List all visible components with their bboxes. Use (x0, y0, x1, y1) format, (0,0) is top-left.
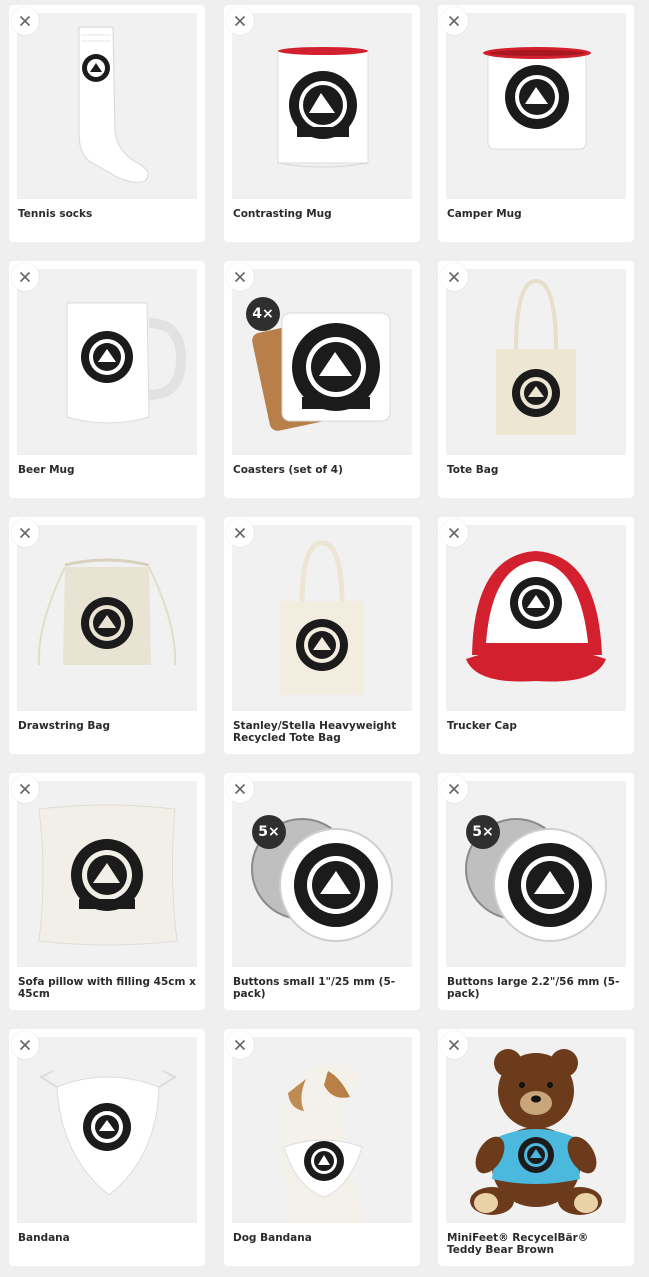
close-icon (234, 271, 246, 283)
product-image (446, 781, 626, 967)
product-card-sofa-pillow[interactable]: Sofa pillow with filling 45cm x 45cm (9, 773, 205, 1010)
product-card-tennis-socks[interactable]: Tennis socks (9, 5, 205, 242)
product-label: Bandana (18, 1232, 70, 1244)
close-icon (448, 783, 460, 795)
product-label: Stanley/Stella Heavyweight Recycled Tote… (233, 720, 397, 744)
product-label: Drawstring Bag (18, 720, 110, 732)
product-image (232, 781, 412, 967)
product-label: Beer Mug (18, 464, 75, 476)
remove-button[interactable] (11, 775, 39, 803)
product-card-buttons-large[interactable]: 5× Buttons large 2.2"/56 mm (5-pack) (438, 773, 634, 1010)
product-image (232, 13, 412, 199)
product-label: Tote Bag (447, 464, 499, 476)
product-label: Buttons small 1"/25 mm (5-pack) (233, 976, 396, 1000)
pack-badge: 5× (466, 815, 500, 849)
close-icon (234, 15, 246, 27)
remove-button[interactable] (440, 519, 468, 547)
close-icon (234, 527, 246, 539)
product-image (17, 525, 197, 711)
product-card-contrasting-mug[interactable]: Contrasting Mug (224, 5, 420, 242)
product-label: Contrasting Mug (233, 208, 332, 220)
remove-button[interactable] (440, 1031, 468, 1059)
product-image (446, 13, 626, 199)
product-image (17, 13, 197, 199)
product-label: Trucker Cap (447, 720, 517, 732)
remove-button[interactable] (11, 519, 39, 547)
product-label: Coasters (set of 4) (233, 464, 343, 476)
remove-button[interactable] (11, 1031, 39, 1059)
remove-button[interactable] (226, 1031, 254, 1059)
product-image (232, 1037, 412, 1223)
product-card-dog-bandana[interactable]: Dog Bandana (224, 1029, 420, 1266)
product-image (446, 269, 626, 455)
product-grid: Tennis socks Contrasting Mug Camper Mug … (0, 0, 649, 1277)
product-image (17, 781, 197, 967)
product-card-trucker-cap[interactable]: Trucker Cap (438, 517, 634, 754)
product-label: MiniFeet® RecycelBär® Teddy Bear Brown (447, 1232, 589, 1256)
remove-button[interactable] (440, 775, 468, 803)
product-card-tote-bag[interactable]: Tote Bag (438, 261, 634, 498)
close-icon (19, 527, 31, 539)
product-image (446, 525, 626, 711)
remove-button[interactable] (11, 263, 39, 291)
product-card-bandana[interactable]: Bandana (9, 1029, 205, 1266)
pack-badge: 4× (246, 297, 280, 331)
product-card-buttons-small[interactable]: 5× Buttons small 1"/25 mm (5-pack) (224, 773, 420, 1010)
close-icon (234, 783, 246, 795)
remove-button[interactable] (226, 263, 254, 291)
remove-button[interactable] (226, 519, 254, 547)
remove-button[interactable] (440, 263, 468, 291)
close-icon (19, 1039, 31, 1051)
product-card-stanley-tote[interactable]: Stanley/Stella Heavyweight Recycled Tote… (224, 517, 420, 754)
product-label: Tennis socks (18, 208, 93, 220)
close-icon (448, 271, 460, 283)
remove-button[interactable] (226, 7, 254, 35)
product-card-teddy-bear[interactable]: MiniFeet® RecycelBär® Teddy Bear Brown (438, 1029, 634, 1266)
product-card-drawstring-bag[interactable]: Drawstring Bag (9, 517, 205, 754)
product-image (17, 269, 197, 455)
close-icon (19, 783, 31, 795)
close-icon (19, 271, 31, 283)
close-icon (448, 1039, 460, 1051)
close-icon (448, 15, 460, 27)
pack-badge: 5× (252, 815, 286, 849)
product-label: Camper Mug (447, 208, 522, 220)
product-label: Sofa pillow with filling 45cm x 45cm (18, 976, 196, 1000)
product-label: Dog Bandana (233, 1232, 312, 1244)
product-label: Buttons large 2.2"/56 mm (5-pack) (447, 976, 620, 1000)
close-icon (448, 527, 460, 539)
remove-button[interactable] (440, 7, 468, 35)
close-icon (19, 15, 31, 27)
product-card-beer-mug[interactable]: Beer Mug (9, 261, 205, 498)
product-card-coasters[interactable]: 4× Coasters (set of 4) (224, 261, 420, 498)
product-image (17, 1037, 197, 1223)
remove-button[interactable] (11, 7, 39, 35)
close-icon (234, 1039, 246, 1051)
product-image (232, 525, 412, 711)
product-image (446, 1037, 626, 1223)
remove-button[interactable] (226, 775, 254, 803)
product-card-camper-mug[interactable]: Camper Mug (438, 5, 634, 242)
